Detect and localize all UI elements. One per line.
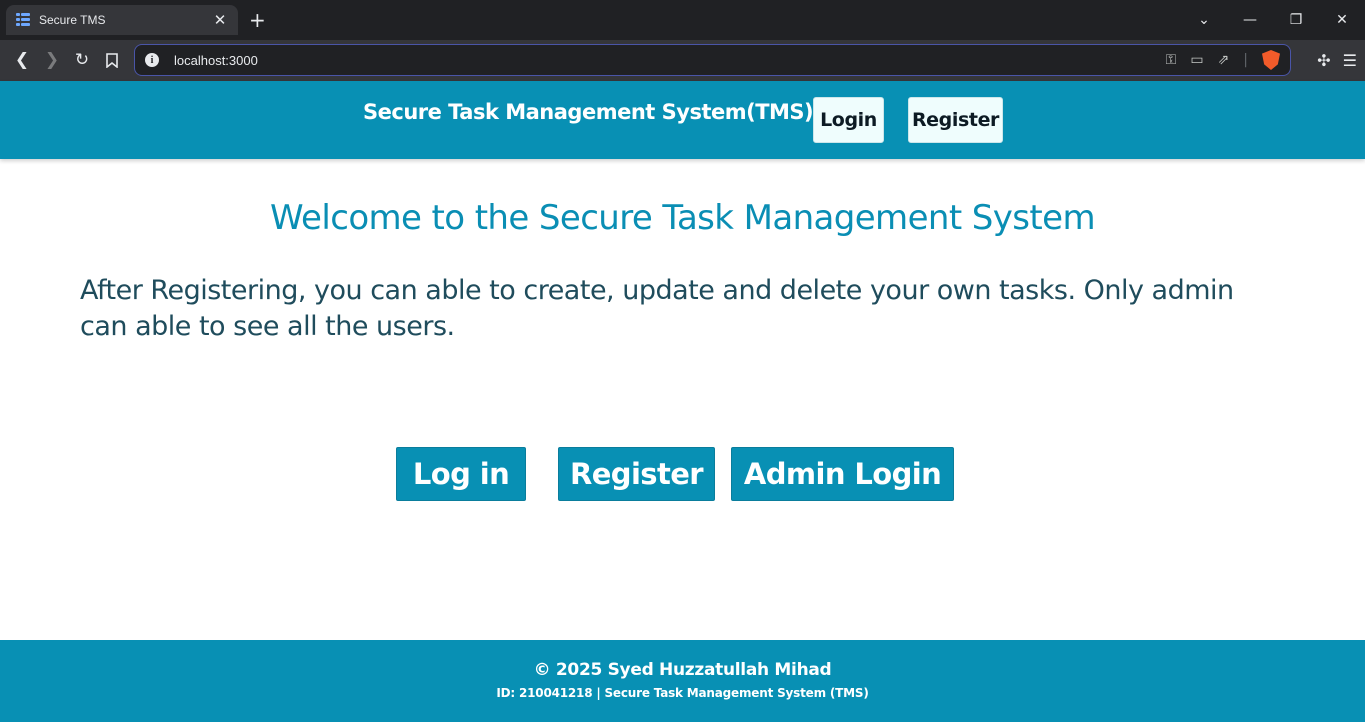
extensions-icon[interactable]: ✣ xyxy=(1317,51,1330,70)
welcome-heading: Welcome to the Secure Task Management Sy… xyxy=(270,198,1096,238)
header-register-button[interactable]: Register xyxy=(908,97,1003,143)
admin-login-button[interactable]: Admin Login xyxy=(731,447,954,501)
footer-id-line: ID: 210041218 | Secure Task Management S… xyxy=(496,686,869,700)
omnibox-divider: | xyxy=(1243,52,1248,68)
forward-icon[interactable]: ❯ xyxy=(37,45,67,75)
page-footer: © 2025 Syed Huzzatullah Mihad ID: 210041… xyxy=(0,640,1365,722)
tab-title: Secure TMS xyxy=(39,13,106,27)
bookmark-icon[interactable] xyxy=(97,45,127,75)
tab-search-icon[interactable]: ⌄ xyxy=(1181,0,1227,40)
cast-icon[interactable]: ▭ xyxy=(1190,52,1203,68)
minimize-icon[interactable]: — xyxy=(1227,0,1273,40)
window-controls: ⌄ — ❐ ✕ xyxy=(1181,0,1365,40)
key-icon[interactable]: ⚿ xyxy=(1166,52,1177,68)
close-tab-icon[interactable]: ✕ xyxy=(212,11,228,29)
grid-favicon-icon xyxy=(16,13,30,27)
reload-icon[interactable]: ↻ xyxy=(67,45,97,75)
browser-toolbar: ❮ ❯ ↻ i localhost:3000 ⚿ ▭ ⇗ | ✣ ☰ xyxy=(0,40,1365,81)
new-tab-button[interactable]: + xyxy=(249,8,266,32)
header-login-button[interactable]: Login xyxy=(813,97,884,143)
share-icon[interactable]: ⇗ xyxy=(1218,52,1230,68)
browser-tabstrip: Secure TMS ✕ + ⌄ — ❐ ✕ xyxy=(0,0,1365,40)
address-bar[interactable]: i localhost:3000 ⚿ ▭ ⇗ | xyxy=(134,44,1291,76)
close-window-icon[interactable]: ✕ xyxy=(1319,0,1365,40)
menu-icon[interactable]: ☰ xyxy=(1343,51,1357,70)
restore-icon[interactable]: ❐ xyxy=(1273,0,1319,40)
app-header: Secure Task Management System(TMS) Login… xyxy=(0,81,1365,159)
login-button[interactable]: Log in xyxy=(396,447,526,501)
site-info-icon[interactable]: i xyxy=(145,53,159,67)
browser-tab[interactable]: Secure TMS ✕ xyxy=(6,5,238,35)
register-button[interactable]: Register xyxy=(558,447,715,501)
app-title: Secure Task Management System(TMS) xyxy=(363,100,814,124)
back-icon[interactable]: ❮ xyxy=(7,45,37,75)
url-text[interactable]: localhost:3000 xyxy=(174,53,1166,68)
intro-description: After Registering, you can able to creat… xyxy=(80,275,1234,342)
footer-copyright: © 2025 Syed Huzzatullah Mihad xyxy=(533,660,832,680)
brave-shield-icon[interactable] xyxy=(1262,50,1280,70)
